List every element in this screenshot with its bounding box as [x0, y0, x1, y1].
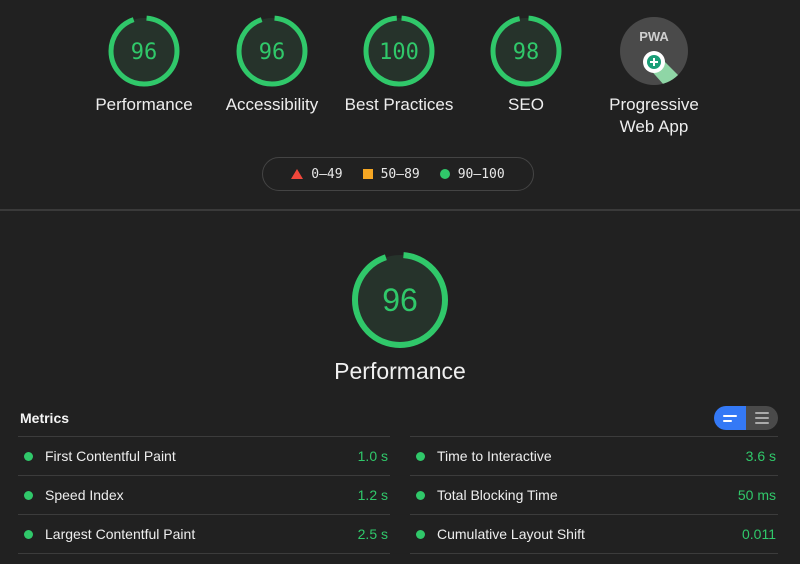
gauge-label: SEO — [508, 95, 544, 114]
pass-circle-icon — [24, 451, 33, 461]
legend-pass: 90–100 — [439, 167, 505, 182]
pass-circle-icon — [416, 529, 425, 539]
gauge-label: Accessibility — [225, 95, 319, 114]
expanded-view-button[interactable] — [746, 406, 778, 430]
main-performance-gauge: 96 Performance — [330, 250, 470, 385]
gauge-score: 96 — [259, 40, 286, 65]
pass-circle-icon — [24, 529, 33, 539]
metrics-left-column: First Contentful Paint 1.0 s Speed Index 1… — [18, 436, 390, 554]
lines-icon — [723, 414, 737, 417]
gauge-seo[interactable]: 98 SEO — [461, 14, 591, 116]
gauge-pwa[interactable]: PWA Progressive Web App — [589, 14, 719, 138]
main-score: 96 — [382, 282, 418, 318]
gauge-label: Performance — [95, 95, 193, 114]
gauge-accessibility[interactable]: 96 Accessibility — [207, 14, 337, 116]
pwa-badge-icon: PWA — [620, 17, 688, 85]
pass-circle-icon — [416, 451, 425, 461]
gauge-score: 100 — [379, 40, 419, 65]
circle-icon — [439, 169, 450, 179]
category-gauges: 96 Performance 96 Accessibility 100 Best… — [0, 14, 800, 144]
section-divider — [0, 209, 800, 211]
legend-average: 50–89 — [362, 167, 420, 182]
gauge-score: 96 — [131, 40, 158, 65]
gauge-label: Best Practices — [344, 95, 454, 114]
metric-row: Total Blocking Time 50 ms — [410, 475, 778, 514]
gauge-ring: 96 — [236, 15, 308, 87]
list-icon — [755, 412, 769, 414]
legend-fail: 0–49 — [291, 167, 343, 182]
metric-row: Speed Index 1.2 s — [18, 475, 390, 514]
pwa-badge-text: PWA — [639, 29, 669, 44]
pass-circle-icon — [416, 490, 425, 500]
gauge-best-practices[interactable]: 100 Best Practices — [334, 14, 464, 116]
score-legend: 0–49 50–89 90–100 — [262, 157, 534, 191]
compact-view-button[interactable] — [714, 406, 746, 430]
gauge-ring: 96 — [352, 252, 448, 348]
triangle-icon — [291, 169, 304, 179]
metrics-heading: Metrics — [20, 410, 70, 426]
main-label: Performance — [334, 358, 466, 384]
metric-row: First Contentful Paint 1.0 s — [18, 436, 390, 475]
gauge-score: 98 — [513, 40, 540, 65]
gauge-ring: 96 — [108, 15, 180, 87]
gauge-ring: 98 — [490, 15, 562, 87]
metrics-view-toggle[interactable] — [714, 406, 778, 430]
metric-row: Time to Interactive 3.6 s — [410, 436, 778, 475]
pass-circle-icon — [24, 490, 33, 500]
gauge-performance[interactable]: 96 Performance — [79, 14, 209, 116]
metric-row: Cumulative Layout Shift 0.011 — [410, 514, 778, 554]
gauge-label: Progressive Web App — [609, 95, 699, 136]
metrics-right-column: Time to Interactive 3.6 s Total Blocking … — [410, 436, 778, 554]
square-icon — [362, 169, 373, 179]
metric-row: Largest Contentful Paint 2.5 s — [18, 514, 390, 554]
gauge-ring: 100 — [363, 15, 435, 87]
